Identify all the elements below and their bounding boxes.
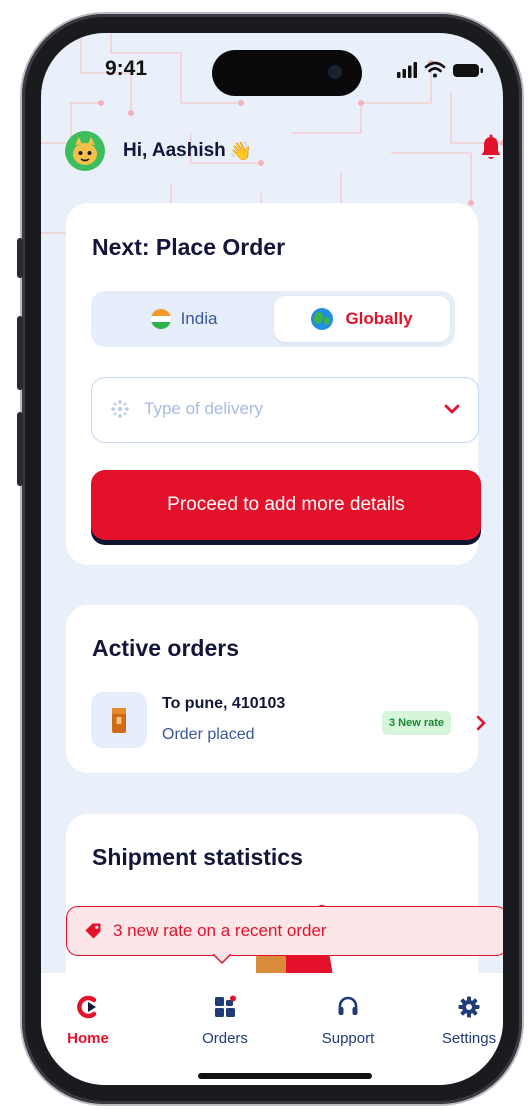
tab-label: Settings — [441, 1030, 497, 1047]
phone-screen: 9:41 Hi, Aashish 👋 Next: Place Order Ind… — [41, 33, 503, 1085]
home-indicator — [198, 1073, 372, 1079]
order-destination: To pune, 410103 — [162, 695, 286, 712]
region-option-india[interactable]: India — [96, 296, 272, 342]
greeting-header: Hi, Aashish 👋 — [65, 129, 252, 173]
new-rate-toast[interactable]: 3 new rate on a recent order — [66, 906, 503, 964]
gear-icon — [458, 996, 480, 1018]
tag-icon — [85, 923, 101, 939]
tab-label: Orders — [202, 1030, 248, 1047]
active-orders-card: Active orders To pune, 410103 Order plac… — [66, 605, 486, 773]
region-option-label: Globally — [345, 309, 413, 328]
volume-down-button — [17, 412, 23, 486]
india-flag-icon — [150, 309, 171, 329]
waving-hand-icon: 👋 — [229, 140, 253, 162]
region-option-label: India — [180, 309, 218, 328]
front-camera — [328, 65, 342, 79]
wifi-icon — [424, 61, 446, 73]
tab-orders[interactable]: Orders — [177, 995, 273, 1055]
avatar-face-icon — [73, 137, 97, 165]
delivery-type-icon — [111, 400, 129, 418]
delivery-type-placeholder: Type of delivery — [144, 399, 264, 418]
chevron-right-icon[interactable] — [475, 715, 487, 731]
mute-switch — [17, 238, 23, 278]
tab-label: Support — [321, 1030, 375, 1047]
active-orders-title: Active orders — [92, 635, 240, 661]
proceed-button[interactable]: Proceed to add more details — [91, 470, 481, 540]
bell-icon[interactable] — [479, 134, 503, 162]
order-status: Order placed — [162, 726, 255, 743]
volume-up-button — [17, 316, 23, 390]
place-order-title: Next: Place Order — [92, 234, 286, 260]
toast-message: 3 new rate on a recent order — [113, 921, 327, 940]
home-icon — [77, 995, 97, 1019]
tab-label: Home — [67, 1030, 109, 1047]
tab-settings[interactable]: Settings — [421, 995, 503, 1055]
order-package-thumbnail — [91, 692, 147, 748]
globe-icon — [311, 308, 334, 330]
delivery-type-dropdown[interactable]: Type of delivery — [91, 377, 479, 443]
bottom-tab-bar: Home Orders Support Settings — [41, 973, 503, 1085]
headset-icon — [338, 996, 358, 1015]
avatar[interactable] — [65, 131, 105, 171]
dynamic-island — [212, 50, 362, 96]
package-icon — [112, 708, 126, 733]
greeting-text: Hi, Aashish — [123, 140, 226, 161]
toast-pointer — [213, 954, 231, 964]
battery-icon — [453, 64, 483, 77]
signal-icon — [397, 62, 417, 78]
region-option-globally[interactable]: Globally — [274, 296, 450, 342]
tab-support[interactable]: Support — [300, 995, 396, 1055]
shipment-statistics-title: Shipment statistics — [92, 844, 303, 870]
chevron-down-icon — [444, 404, 460, 414]
status-time: 9:41 — [105, 57, 148, 80]
new-rate-badge: 3 New rate — [382, 711, 452, 735]
tab-home[interactable]: Home — [41, 995, 136, 1055]
orders-icon — [215, 995, 236, 1017]
place-order-card: Next: Place Order India Globally Type of… — [66, 203, 481, 565]
region-toggle: India Globally — [91, 291, 455, 347]
status-icons — [397, 61, 483, 78]
